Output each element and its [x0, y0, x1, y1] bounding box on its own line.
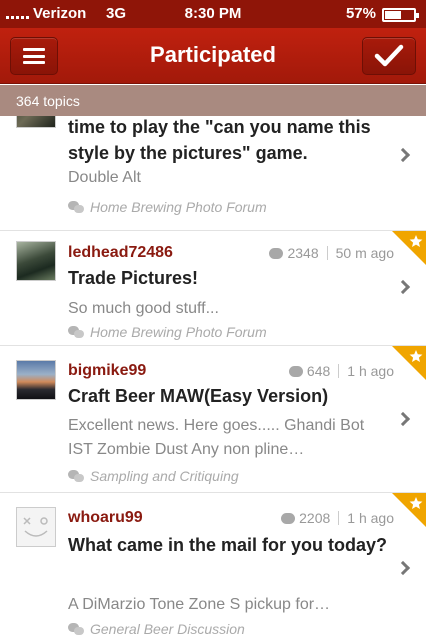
forum-name: Home Brewing Photo Forum	[90, 199, 267, 215]
topics-count-bar: 364 topics	[0, 85, 426, 116]
reply-count: 648	[306, 363, 331, 379]
topic-forum: General Beer Discussion	[68, 621, 245, 637]
mark-read-button[interactable]	[362, 37, 416, 75]
forum-icon	[68, 201, 84, 213]
topic-snippet: Double Alt	[68, 169, 141, 186]
chevron-right-icon	[395, 147, 411, 163]
topic-row[interactable]: ledhead72486 2348 50 m ago Trade Picture…	[0, 231, 426, 346]
status-bar: Verizon 3G 8:30 PM 57%	[0, 0, 426, 28]
time-ago: 1 h ago	[347, 510, 394, 526]
reply-bubble-icon	[269, 247, 284, 259]
avatar	[16, 116, 56, 128]
avatar	[16, 360, 56, 400]
topic-forum: Home Brewing Photo Forum	[68, 199, 267, 215]
topic-row[interactable]: bigmike99 648 1 h ago Craft Beer MAW(Eas…	[0, 346, 426, 493]
checkmark-icon	[374, 44, 404, 67]
topic-username[interactable]: whoaru99	[68, 509, 143, 527]
battery-icon	[382, 8, 419, 22]
battery-percent: 57%	[345, 5, 376, 22]
forum-name: Home Brewing Photo Forum	[90, 324, 267, 340]
topic-list[interactable]: time to play the "can you name this styl…	[0, 116, 426, 640]
topic-title: Craft Beer MAW(Easy Version)	[68, 386, 329, 406]
forum-name: Sampling and Critiquing	[90, 468, 239, 484]
topic-username[interactable]: bigmike99	[68, 362, 146, 380]
topic-title: time to play the "can you name this styl…	[68, 117, 371, 163]
topic-title: Trade Pictures!	[68, 268, 199, 288]
topic-snippet: A DiMarzio Tone Zone S pickup for…	[68, 596, 331, 613]
navigation-bar: Participated	[0, 28, 426, 84]
chevron-right-icon	[395, 560, 411, 576]
reply-count: 2348	[287, 245, 319, 261]
topic-title: What came in the mail for you today?	[68, 535, 388, 555]
forum-icon	[68, 623, 84, 635]
reply-bubble-icon	[288, 365, 303, 377]
topic-meta: 648 1 h ago	[288, 363, 394, 379]
reply-count: 2208	[299, 510, 331, 526]
topic-username[interactable]: ledhead72486	[68, 244, 173, 262]
chevron-right-icon	[395, 279, 411, 295]
avatar	[16, 507, 56, 547]
forum-icon	[68, 326, 84, 338]
topic-row[interactable]: whoaru99 2208 1 h ago What came in the m…	[0, 493, 426, 640]
topic-snippet: Excellent news. Here goes..... Ghandi Bo…	[68, 417, 365, 458]
starred-corner-icon	[392, 231, 426, 265]
topic-meta: 2348 50 m ago	[269, 245, 394, 261]
topic-forum: Sampling and Critiquing	[68, 468, 239, 484]
topic-snippet: So much good stuff...	[68, 300, 219, 317]
topic-forum: Home Brewing Photo Forum	[68, 324, 267, 340]
forum-name: General Beer Discussion	[90, 621, 245, 637]
topics-count: 364 topics	[16, 93, 80, 109]
starred-corner-icon	[392, 493, 426, 527]
forum-icon	[68, 470, 84, 482]
reply-bubble-icon	[281, 512, 296, 524]
topic-row[interactable]: time to play the "can you name this styl…	[0, 116, 426, 231]
topic-meta: 2208 1 h ago	[281, 510, 394, 526]
time-ago: 1 h ago	[347, 363, 394, 379]
default-avatar-icon	[23, 517, 48, 537]
avatar	[16, 241, 56, 281]
time-ago: 50 m ago	[335, 245, 394, 261]
chevron-right-icon	[395, 411, 411, 427]
starred-corner-icon	[392, 346, 426, 380]
